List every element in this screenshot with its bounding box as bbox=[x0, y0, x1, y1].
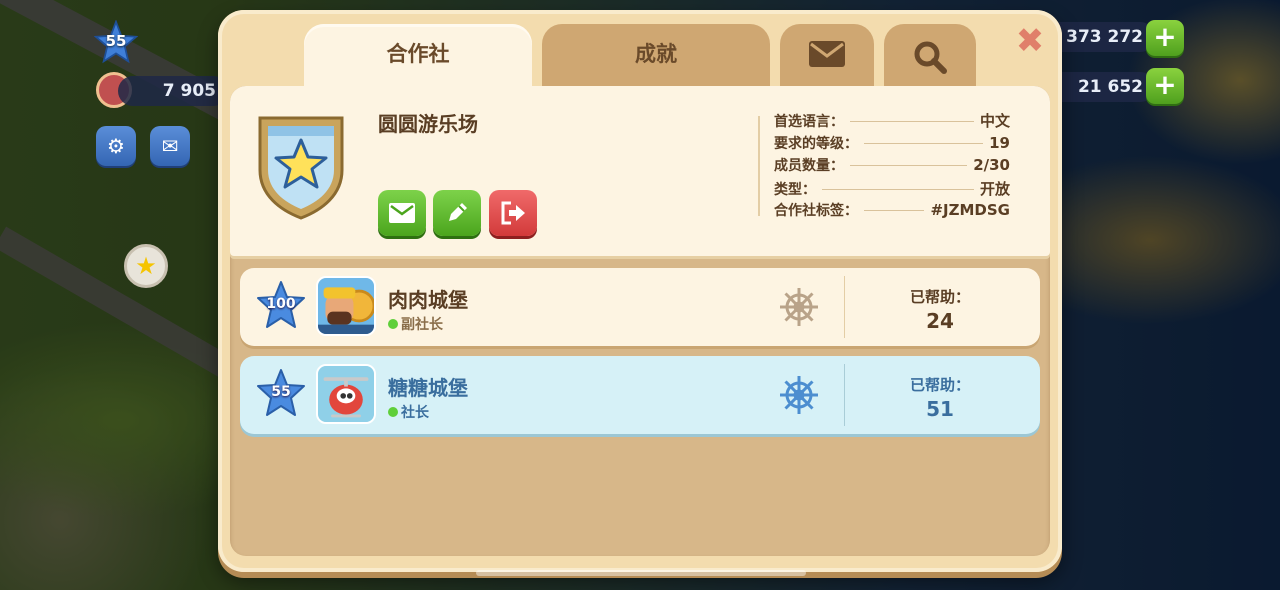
club-panel: 圆圆游乐场 首选语言： 中文 要求的等级： 19 成员数量： 2/30 类型： … bbox=[230, 86, 1050, 556]
member-role: 社长 bbox=[388, 402, 429, 422]
club-badge bbox=[254, 110, 348, 220]
member-level: 100 bbox=[266, 296, 296, 312]
club-dialog: 合作社 成就 ✖ 圆圆游乐场 首选语言： 中文 要求的等级： 19 成员数量： … bbox=[218, 10, 1062, 572]
mail-button[interactable]: ✉ bbox=[150, 126, 190, 166]
member-level-badge: 100 bbox=[256, 280, 306, 330]
map-marker[interactable]: ★ bbox=[124, 244, 168, 288]
online-status-icon bbox=[388, 319, 398, 329]
member-avatar bbox=[316, 364, 376, 424]
stat-label: 合作社标签： bbox=[774, 203, 858, 219]
ship-wheel-icon bbox=[780, 288, 818, 326]
leader-line bbox=[864, 210, 925, 211]
member-name: 糖糖城堡 bbox=[388, 376, 468, 400]
member-level-badge: 55 bbox=[256, 368, 306, 418]
stat-label: 首选语言： bbox=[774, 114, 844, 130]
leader-line bbox=[850, 121, 974, 122]
member-role-label: 社长 bbox=[401, 405, 429, 421]
stat-value: 2/30 bbox=[973, 156, 1010, 174]
member-role: 副社长 bbox=[388, 314, 443, 334]
stat-required-level: 要求的等级： 19 bbox=[774, 133, 1010, 156]
settings-button[interactable]: ⚙ bbox=[96, 126, 136, 166]
stat-label: 成员数量： bbox=[774, 158, 844, 174]
member-level: 55 bbox=[271, 384, 291, 400]
stat-value: 开放 bbox=[979, 179, 1010, 198]
edit-club-button[interactable] bbox=[433, 190, 481, 236]
stat-club-tag: 合作社标签： #JZMDSG bbox=[774, 200, 1010, 223]
helped-label: 已帮助： bbox=[909, 376, 970, 394]
ship-wheel-icon bbox=[780, 376, 818, 414]
helicopter-avatar-icon bbox=[318, 366, 374, 422]
stat-value: #JZMDSG bbox=[930, 201, 1010, 219]
club-stats: 首选语言： 中文 要求的等级： 19 成员数量： 2/30 类型： 开放 合作社… bbox=[774, 110, 1010, 223]
player-level-value: 55 bbox=[105, 32, 127, 50]
helped-label: 已帮助： bbox=[909, 288, 970, 306]
member-role-label: 副社长 bbox=[401, 317, 443, 333]
add-cash-button[interactable]: + bbox=[1146, 68, 1184, 104]
star-shield-icon bbox=[258, 116, 344, 220]
builder-avatar-icon bbox=[318, 278, 374, 334]
population-counter: 7 905 bbox=[118, 76, 228, 106]
divider bbox=[844, 276, 845, 338]
magnifier-icon bbox=[914, 41, 947, 74]
helped-value: 51 bbox=[926, 397, 954, 421]
add-coins-button[interactable]: + bbox=[1146, 20, 1184, 56]
leader-line bbox=[864, 142, 984, 144]
envelope-icon bbox=[389, 203, 415, 223]
star-icon: ★ bbox=[135, 252, 157, 280]
member-name: 肉肉城堡 bbox=[388, 288, 468, 312]
club-name: 圆圆游乐场 bbox=[378, 112, 478, 136]
leader-line bbox=[822, 188, 974, 190]
leader-line bbox=[850, 165, 968, 166]
close-button[interactable]: ✖ bbox=[1012, 24, 1048, 60]
stat-language: 首选语言： 中文 bbox=[774, 110, 1010, 133]
stat-label: 要求的等级： bbox=[774, 135, 858, 152]
divider bbox=[844, 364, 845, 426]
home-indicator[interactable] bbox=[476, 570, 806, 576]
envelope-icon bbox=[809, 41, 845, 67]
pencil-icon bbox=[449, 203, 467, 221]
stat-label: 类型： bbox=[774, 181, 816, 198]
helped-value: 24 bbox=[926, 309, 954, 333]
club-info-card: 圆圆游乐场 首选语言： 中文 要求的等级： 19 成员数量： 2/30 类型： … bbox=[230, 86, 1050, 256]
envelope-icon: ✉ bbox=[161, 134, 179, 158]
divider bbox=[758, 116, 760, 216]
player-level-badge: 55 bbox=[93, 19, 139, 64]
leave-club-button[interactable] bbox=[489, 190, 537, 236]
gear-icon: ⚙ bbox=[107, 134, 125, 158]
stat-value: 中文 bbox=[979, 112, 1010, 130]
online-status-icon bbox=[388, 407, 398, 417]
helped-counter: 已帮助： 51 bbox=[860, 374, 1020, 421]
stat-member-count: 成员数量： 2/30 bbox=[774, 155, 1010, 178]
helped-counter: 已帮助： 24 bbox=[860, 286, 1020, 333]
member-row[interactable]: 100 肉肉城堡 副社长 已帮助： 24 bbox=[240, 268, 1040, 346]
club-mail-button[interactable] bbox=[378, 190, 426, 236]
member-avatar bbox=[316, 276, 376, 336]
stat-value: 19 bbox=[989, 133, 1010, 152]
stat-type: 类型： 开放 bbox=[774, 178, 1010, 201]
exit-icon bbox=[501, 201, 525, 225]
member-row[interactable]: 55 糖糖城堡 社长 已帮助： 51 bbox=[240, 356, 1040, 434]
